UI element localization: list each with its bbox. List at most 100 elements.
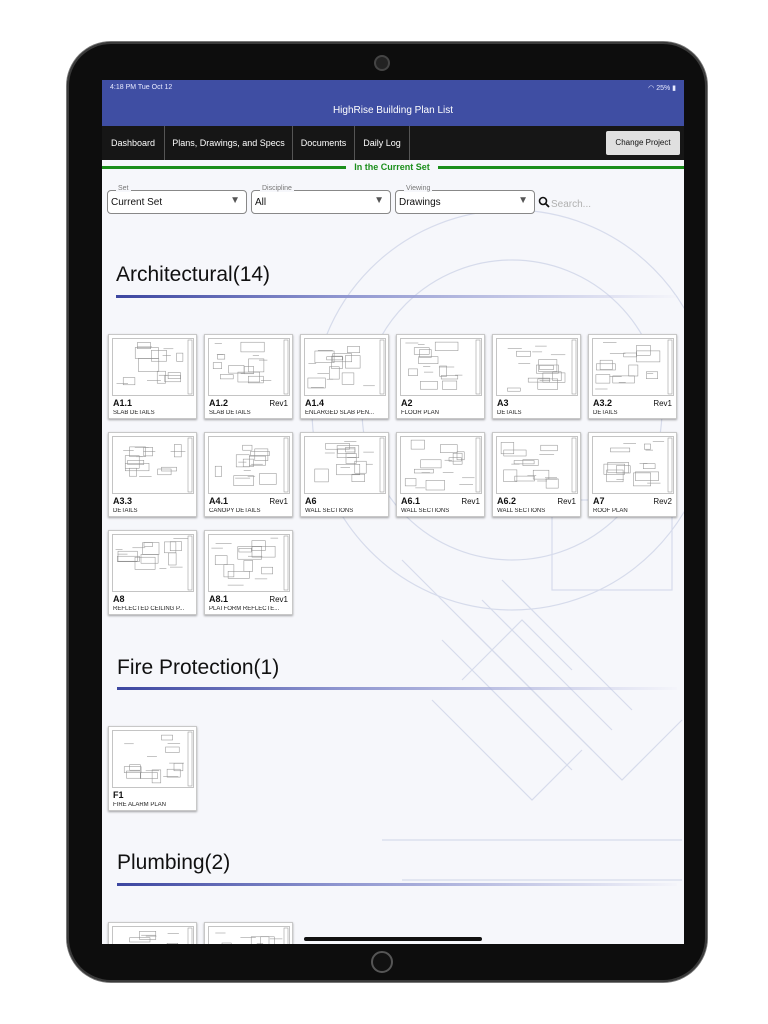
sheet-title: REFLECTED CEILING P... [113, 606, 185, 612]
sheet-title: FLOOR PLAN [401, 410, 440, 416]
tab-daily-log[interactable]: Daily Log [355, 126, 410, 160]
sheet-number: A8.1 [209, 594, 229, 604]
drawing-thumbnail [496, 338, 578, 396]
sheet-number: A2 [401, 398, 413, 408]
battery-level: 25% [656, 85, 671, 92]
sheet-title: WALL SECTIONS [401, 508, 450, 514]
drawing-thumbnail [112, 436, 194, 494]
sheet-card[interactable]: A3.3 DETAILS [108, 432, 197, 517]
drawing-thumbnail [112, 338, 194, 396]
sheet-number: A8 [113, 594, 125, 604]
discipline-dropdown-value: All [255, 197, 267, 208]
sheet-card[interactable]: A4.1 Rev1 CANOPY DETAILS [204, 432, 293, 517]
drawing-thumbnail [496, 436, 578, 494]
section-divider [116, 295, 676, 298]
sheet-card[interactable]: A3 DETAILS [492, 334, 581, 419]
drawing-thumbnail [208, 436, 290, 494]
sheet-revision: Rev1 [653, 399, 672, 408]
current-set-label: In the Current Set [354, 162, 430, 172]
sheet-number: A7 [593, 496, 605, 506]
drawing-thumbnail [592, 338, 674, 396]
sheet-card[interactable]: A6 WALL SECTIONS [300, 432, 389, 517]
change-project-button[interactable]: Change Project [606, 131, 680, 155]
search-icon[interactable] [538, 196, 550, 208]
app-screen: 4:18 PM Tue Oct 12 ◠ 25% ▮ HighRise Buil… [102, 80, 684, 944]
sheet-card[interactable]: A2 FLOOR PLAN [396, 334, 485, 419]
home-button[interactable] [371, 951, 393, 973]
drawing-thumbnail [400, 436, 482, 494]
sheet-card[interactable]: A1.1 SLAB DETAILS [108, 334, 197, 419]
drawing-thumbnail [112, 730, 194, 788]
sheet-number: F1 [113, 790, 124, 800]
sheet-number: A1.2 [209, 398, 229, 408]
home-indicator [304, 937, 482, 941]
drawing-thumbnail [208, 338, 290, 396]
sheet-card[interactable] [108, 922, 197, 944]
sheet-title: SLAB DETAILS [113, 410, 155, 416]
drawing-thumbnail [208, 926, 290, 944]
sheet-revision: Rev1 [269, 595, 288, 604]
drawing-thumbnail [592, 436, 674, 494]
sheet-card[interactable]: A7 Rev2 ROOF PLAN [588, 432, 677, 517]
chevron-down-icon: ▼ [374, 195, 384, 206]
sheet-number: A6 [305, 496, 317, 506]
wifi-icon: ◠ [648, 85, 657, 92]
sheet-title: WALL SECTIONS [305, 508, 354, 514]
sheet-title: CANOPY DETAILS [209, 508, 261, 514]
sheet-card[interactable]: A1.4 ENLARGED SLAB PEN... [300, 334, 389, 419]
drawing-thumbnail [208, 534, 290, 592]
tab-plans-drawings-specs[interactable]: Plans, Drawings, and Specs [165, 126, 293, 160]
sheet-title: DETAILS [593, 410, 618, 416]
sheet-card[interactable]: A6.2 Rev1 WALL SECTIONS [492, 432, 581, 517]
sheet-revision: Rev1 [461, 497, 480, 506]
sheet-card[interactable]: A6.1 Rev1 WALL SECTIONS [396, 432, 485, 517]
banner-line-right [438, 166, 684, 169]
sheet-title: PLATFORM REFLECTE... [209, 606, 280, 612]
section-title-architectural: Architectural(14) [116, 263, 271, 286]
page-title: HighRise Building Plan List [102, 96, 684, 126]
set-dropdown[interactable]: Set Current Set ▼ [107, 185, 247, 214]
chevron-down-icon: ▼ [230, 195, 240, 206]
sheet-title: ROOF PLAN [593, 508, 628, 514]
section-divider [117, 687, 677, 690]
banner-line-left [102, 166, 346, 169]
drawing-thumbnail [112, 926, 194, 944]
sheet-title: FIRE ALARM PLAN [113, 802, 167, 808]
tab-dashboard[interactable]: Dashboard [102, 126, 165, 160]
drawing-thumbnail [304, 436, 386, 494]
drawing-thumbnail [400, 338, 482, 396]
chevron-down-icon: ▼ [518, 195, 528, 206]
set-dropdown-label: Set [116, 185, 131, 192]
drawing-thumbnail [304, 338, 386, 396]
sheet-card[interactable]: A1.2 Rev1 SLAB DETAILS [204, 334, 293, 419]
sheet-number: A1.4 [305, 398, 325, 408]
sheet-card[interactable]: A8.1 Rev1 PLATFORM REFLECTE... [204, 530, 293, 615]
sheet-card[interactable]: A3.2 Rev1 DETAILS [588, 334, 677, 419]
sheet-number: A3.3 [113, 496, 133, 506]
section-divider [117, 883, 677, 886]
sheet-card[interactable] [204, 922, 293, 944]
set-dropdown-value: Current Set [111, 197, 163, 208]
sheet-number: A1.1 [113, 398, 133, 408]
tab-documents[interactable]: Documents [293, 126, 355, 160]
sheet-revision: Rev1 [269, 399, 288, 408]
sheet-revision: Rev2 [653, 497, 672, 506]
viewing-dropdown[interactable]: Viewing Drawings ▼ [395, 185, 535, 214]
sheet-title: WALL SECTIONS [497, 508, 546, 514]
section-title-fire-protection: Fire Protection(1) [117, 656, 280, 679]
sheet-card[interactable]: F1 FIRE ALARM PLAN [108, 726, 197, 811]
sheet-number: A4.1 [209, 496, 229, 506]
sheet-number: A6.1 [401, 496, 421, 506]
discipline-dropdown-label: Discipline [260, 185, 294, 192]
viewing-dropdown-label: Viewing [404, 185, 433, 192]
sheet-revision: Rev1 [269, 497, 288, 506]
sheet-title: ENLARGED SLAB PEN... [305, 410, 375, 416]
sheet-card[interactable]: A8 REFLECTED CEILING P... [108, 530, 197, 615]
section-title-plumbing: Plumbing(2) [117, 851, 231, 874]
status-time: 4:18 PM Tue Oct 12 [110, 84, 173, 91]
sheet-number: A3 [497, 398, 509, 408]
discipline-dropdown[interactable]: Discipline All ▼ [251, 185, 391, 214]
sheet-title: DETAILS [113, 508, 138, 514]
status-bar: 4:18 PM Tue Oct 12 ◠ 25% ▮ [102, 80, 684, 96]
search-input[interactable]: Search... [551, 199, 591, 210]
